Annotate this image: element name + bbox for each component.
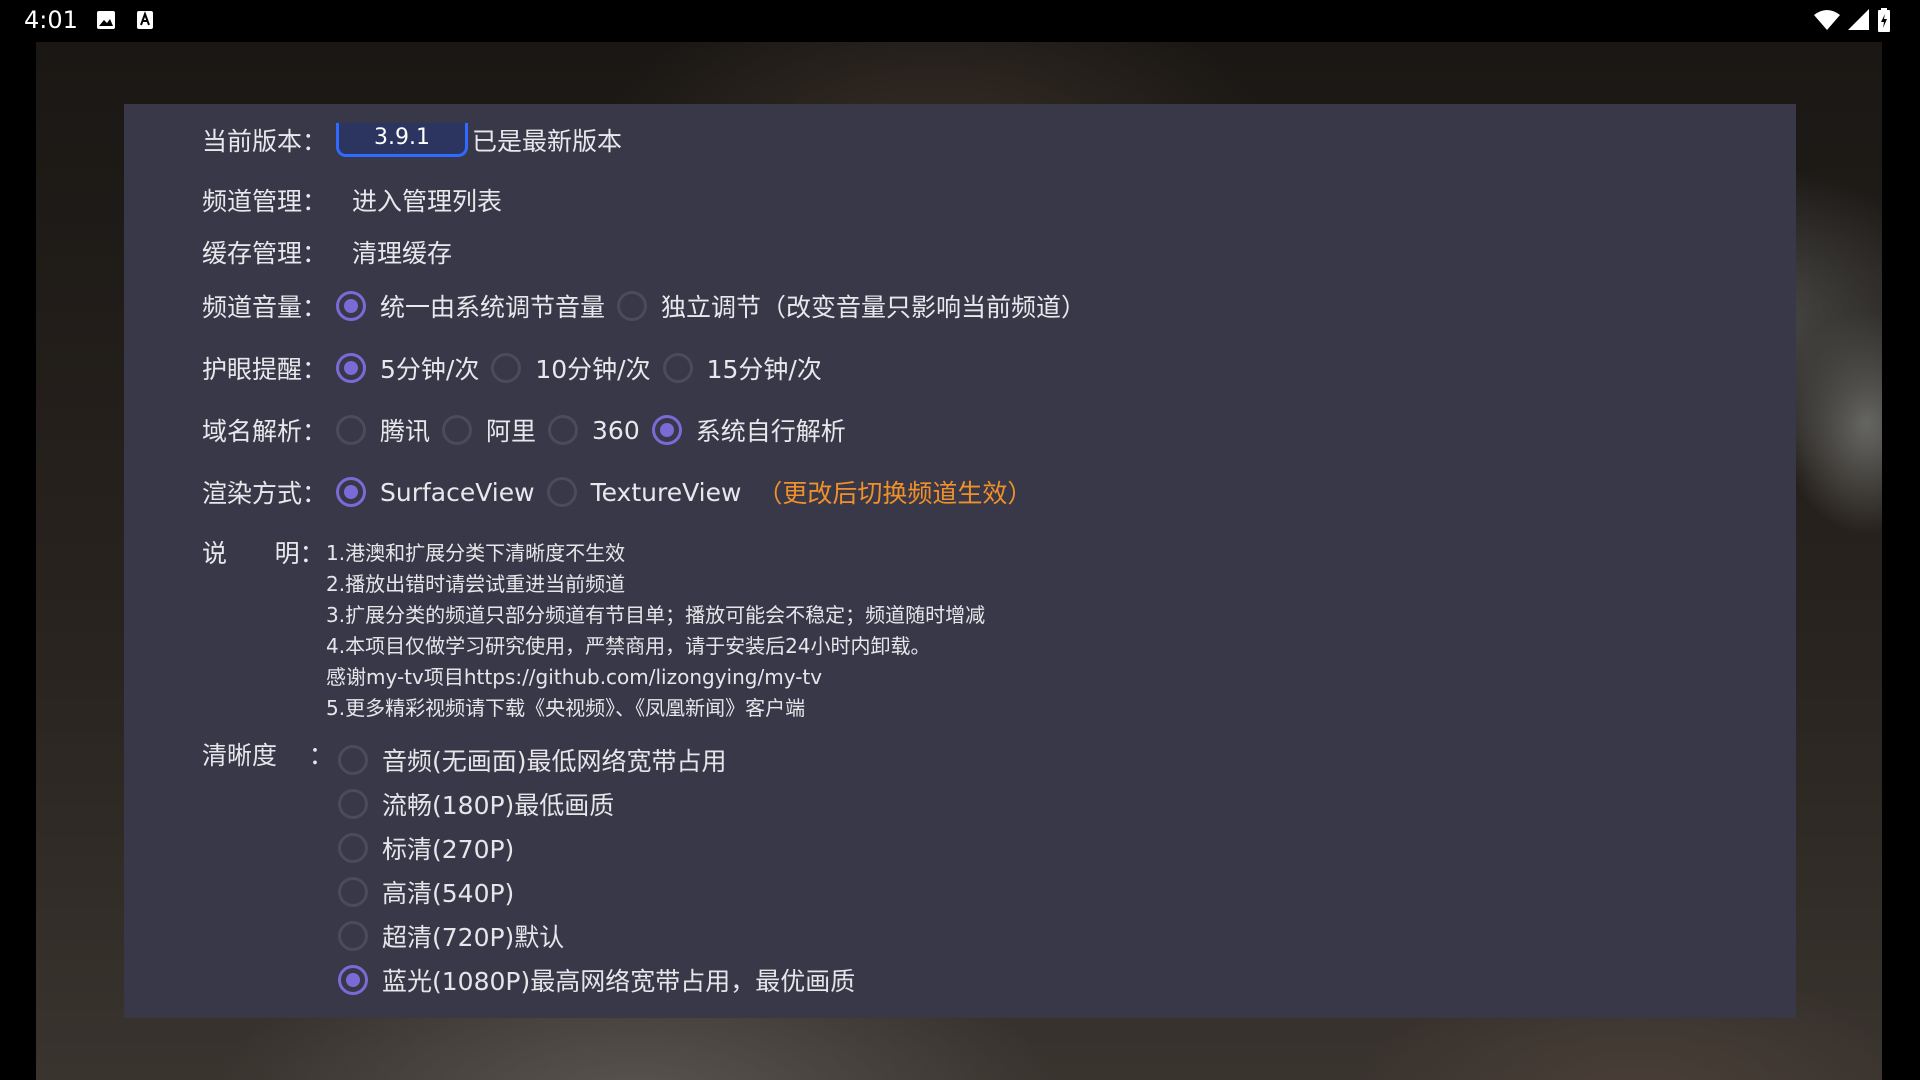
option-label: 5分钟/次 (380, 355, 480, 384)
quality-option-180p[interactable]: 流畅(180P)最低画质 (338, 782, 855, 826)
signal-icon (1848, 9, 1870, 35)
quality-label: 清晰度 ： (202, 741, 334, 770)
notes-label-row: 说 明： (202, 534, 325, 570)
channel-volume-label: 频道音量： (202, 293, 328, 322)
version-button[interactable]: 3.9.1 (336, 123, 468, 157)
note-line: 感谢my-tv项目https://github.com/lizongying/m… (326, 665, 823, 689)
option-label: 标清(270P) (382, 835, 515, 864)
radio-icon[interactable] (662, 353, 693, 383)
image-icon (96, 10, 116, 34)
eye-reminder-label: 护眼提醒： (202, 355, 328, 384)
eye-option-5min[interactable]: 5分钟/次 (336, 350, 479, 386)
text-a-icon (136, 10, 154, 34)
channel-manage-label: 频道管理： (202, 187, 328, 216)
quality-option-720p[interactable]: 超清(720P)默认 (338, 914, 855, 958)
dns-option-system[interactable]: 系统自行解析 (651, 412, 846, 448)
radio-icon[interactable] (336, 291, 366, 321)
cache-manage-label: 缓存管理： (202, 239, 328, 268)
volume-option-independent[interactable]: 独立调节（改变音量只影响当前频道） (617, 288, 1086, 324)
option-label: 腾讯 (380, 417, 431, 446)
option-label: 独立调节（改变音量只影响当前频道） (661, 293, 1087, 322)
render-note: （更改后切换频道生效） (757, 479, 1033, 508)
radio-icon[interactable] (491, 353, 522, 383)
channel-manage-row: 频道管理： 进入管理列表 (202, 182, 502, 218)
cache-manage-row: 缓存管理： 清理缓存 (202, 234, 452, 270)
radio-icon[interactable] (442, 415, 473, 445)
option-label: 10分钟/次 (535, 355, 651, 384)
note-line: 3.扩展分类的频道只部分频道有节目单；播放可能会不稳定；频道随时增减 (326, 603, 986, 627)
option-label: 360 (592, 415, 640, 445)
render-option-surfaceview[interactable]: SurfaceView (336, 477, 535, 507)
battery-icon (1878, 8, 1890, 36)
dns-option-360[interactable]: 360 (548, 415, 640, 445)
clear-cache-button[interactable]: 清理缓存 (352, 234, 452, 270)
quality-option-1080p[interactable]: 蓝光(1080P)最高网络宽带占用，最优画质 (338, 958, 855, 1002)
wifi-icon (1814, 9, 1840, 35)
quality-option-270p[interactable]: 标清(270P) (338, 826, 855, 870)
settings-dialog: 当前版本： 3.9.1 已是最新版本 频道管理： 进入管理列表 缓存管理： 清理… (124, 104, 1796, 1018)
channel-manage-button[interactable]: 进入管理列表 (352, 182, 502, 218)
render-option-textureview[interactable]: TextureView (546, 477, 742, 507)
option-label: 音频(无画面)最低网络宽带占用 (382, 747, 727, 776)
dns-row: 域名解析： 腾讯 阿里 360 系统自行解析 (202, 412, 858, 448)
radio-icon[interactable] (336, 477, 366, 507)
option-label: 15分钟/次 (706, 355, 822, 384)
quality-options: 音频(无画面)最低网络宽带占用 流畅(180P)最低画质 标清(270P) 高清… (338, 738, 855, 1002)
eye-reminder-row: 护眼提醒： 5分钟/次 10分钟/次 15分钟/次 (202, 350, 834, 386)
notes-label: 说 明： (202, 539, 325, 568)
option-label: 系统自行解析 (695, 417, 846, 446)
radio-icon[interactable] (338, 833, 368, 863)
render-label: 渲染方式： (202, 479, 328, 508)
option-label: TextureView (590, 477, 742, 507)
channel-volume-row: 频道音量： 统一由系统调节音量 独立调节（改变音量只影响当前频道） (202, 288, 1098, 324)
render-row: 渲染方式： SurfaceView TextureView （更改后切换频道生效… (202, 474, 1032, 510)
radio-icon[interactable] (338, 965, 368, 995)
radio-icon[interactable] (338, 745, 368, 775)
radio-icon[interactable] (617, 291, 648, 321)
option-label: 流畅(180P)最低画质 (382, 791, 615, 820)
option-label: 统一由系统调节音量 (380, 293, 606, 322)
eye-option-10min[interactable]: 10分钟/次 (491, 350, 651, 386)
dns-option-tencent[interactable]: 腾讯 (336, 412, 430, 448)
radio-icon[interactable] (338, 877, 368, 907)
option-label: 高清(540P) (382, 879, 515, 908)
option-label: 蓝光(1080P)最高网络宽带占用，最优画质 (382, 967, 856, 996)
radio-icon[interactable] (338, 921, 368, 951)
note-line: 5.更多精彩视频请下载《央视频》、《凤凰新闻》客户端 (326, 696, 806, 720)
radio-icon[interactable] (651, 415, 682, 445)
eye-option-15min[interactable]: 15分钟/次 (662, 350, 822, 386)
volume-option-system[interactable]: 统一由系统调节音量 (336, 288, 605, 324)
version-label: 当前版本： (202, 127, 328, 156)
radio-icon[interactable] (336, 415, 366, 445)
radio-icon[interactable] (336, 353, 366, 383)
radio-icon[interactable] (546, 477, 577, 507)
status-time: 4:01 (24, 6, 78, 34)
quality-option-audio[interactable]: 音频(无画面)最低网络宽带占用 (338, 738, 855, 782)
status-bar: 4:01 (0, 0, 1920, 42)
radio-icon[interactable] (548, 415, 579, 445)
note-line: 4.本项目仅做学习研究使用，严禁商用，请于安装后24小时内卸载。 (326, 634, 931, 658)
option-label: 阿里 (486, 417, 537, 446)
dns-label: 域名解析： (202, 417, 328, 446)
version-status: 已是最新版本 (472, 127, 623, 156)
option-label: 超清(720P)默认 (382, 923, 565, 952)
note-line: 1.港澳和扩展分类下清晰度不生效 (326, 541, 626, 565)
notes-text: 1.港澳和扩展分类下清晰度不生效 2.播放出错时请尝试重进当前频道 3.扩展分类… (326, 538, 985, 724)
radio-icon[interactable] (338, 789, 368, 819)
dns-option-ali[interactable]: 阿里 (442, 412, 536, 448)
version-row: 当前版本： 3.9.1 已是最新版本 (202, 122, 622, 158)
note-line: 2.播放出错时请尝试重进当前频道 (326, 572, 626, 596)
quality-option-540p[interactable]: 高清(540P) (338, 870, 855, 914)
option-label: SurfaceView (380, 477, 535, 507)
